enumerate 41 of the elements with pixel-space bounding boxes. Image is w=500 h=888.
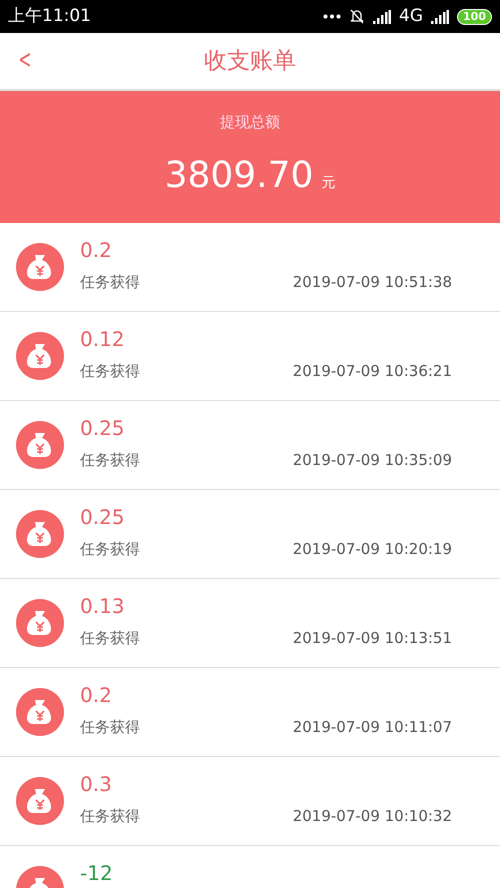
record-time: 2019-07-09 10:13:51 (292, 628, 452, 649)
record-amount: -12 (80, 860, 114, 886)
record-time: 2019-07-09 10:11:07 (292, 717, 452, 738)
record-amount: 0.12 (80, 326, 126, 352)
record-amount: 0.3 (80, 771, 113, 797)
record-amount: 0.25 (80, 415, 126, 441)
record-row[interactable]: 0.12 任务获得 2019-07-09 10:36:21 (0, 312, 500, 401)
record-source: 任务获得 (80, 450, 140, 471)
record-time: 2019-07-09 10:35:09 (292, 450, 452, 471)
record-row[interactable]: 0.3 任务获得 2019-07-09 10:10:32 (0, 757, 500, 846)
record-row[interactable]: -12 (0, 846, 500, 888)
record-amount: 0.2 (80, 682, 113, 708)
dots-icon (323, 14, 342, 19)
muted-bell-icon (349, 8, 366, 25)
status-time: 上午11:01 (8, 4, 91, 28)
record-row[interactable]: 0.25 任务获得 2019-07-09 10:20:19 (0, 490, 500, 579)
total-amount: 3809.70 (164, 154, 314, 198)
record-amount: 0.2 (80, 237, 113, 263)
signal-icon (373, 10, 392, 24)
record-source: 任务获得 (80, 361, 140, 382)
record-time: 2019-07-09 10:20:19 (292, 539, 452, 560)
record-source: 任务获得 (80, 806, 140, 827)
record-row[interactable]: 0.25 任务获得 2019-07-09 10:35:09 (0, 401, 500, 490)
record-time: 2019-07-09 10:10:32 (292, 806, 452, 827)
battery-level: 100 (457, 8, 492, 24)
record-amount: 0.13 (80, 593, 126, 619)
record-time: 2019-07-09 10:36:21 (292, 361, 452, 382)
record-source: 任务获得 (80, 272, 140, 293)
network-type: 4G (399, 4, 424, 28)
record-source: 任务获得 (80, 628, 140, 649)
record-time: 2019-07-09 10:51:38 (292, 272, 452, 293)
summary-label: 提现总额 (220, 112, 280, 133)
record-row[interactable]: 0.2 任务获得 2019-07-09 10:51:38 (0, 223, 500, 312)
record-row[interactable]: 0.13 任务获得 2019-07-09 10:13:51 (0, 579, 500, 668)
record-amount: 0.25 (80, 504, 126, 530)
record-source: 任务获得 (80, 539, 140, 560)
page-title: 收支账单 (204, 46, 296, 76)
record-source: 任务获得 (80, 717, 140, 738)
signal-icon (431, 10, 450, 24)
record-row[interactable]: 0.2 任务获得 2019-07-09 10:11:07 (0, 668, 500, 757)
currency-unit: 元 (321, 174, 336, 194)
